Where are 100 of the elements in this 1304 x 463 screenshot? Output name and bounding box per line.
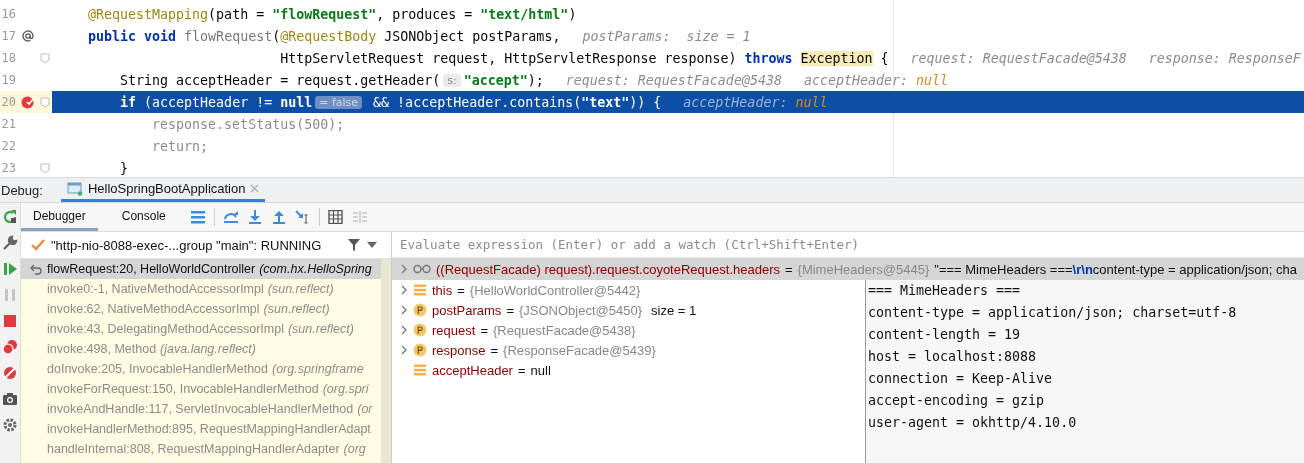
equals-sign: = <box>480 322 488 338</box>
variable-name: this <box>432 282 453 298</box>
tooltip-line: host = localhost:8088 <box>868 348 1038 366</box>
glasses-icon <box>413 264 431 274</box>
code-text: && !acceptHeader.contains( <box>372 94 582 110</box>
inline-hint-chip: = false <box>315 95 363 109</box>
code-text: } <box>119 160 129 176</box>
tooltip-line: user-agent = okhttp/4.10.0 <box>868 414 1078 432</box>
tooltip-line: connection = Keep-Alive <box>868 370 1054 388</box>
checkmark-icon <box>31 239 45 251</box>
variable-value: {HelloWorldController@5442} <box>469 282 641 298</box>
line-number: 20 <box>0 95 16 109</box>
filter-icon[interactable] <box>347 238 361 252</box>
breakpoint-icon[interactable] <box>20 95 36 109</box>
equals-sign: = <box>506 302 514 318</box>
code-text: (path = <box>208 6 266 22</box>
code-text: , produces = <box>376 6 474 22</box>
line-number: 22 <box>0 139 16 153</box>
stack-frame[interactable]: doInvoke:205, InvocableHandlerMethod (org.springframe <box>21 359 381 379</box>
variable-value: {ResponseFacade@5439} <box>503 342 656 358</box>
inlay-hint: request: RequestFacade@5438 <box>565 72 782 88</box>
code-text: response.setStatus(500); <box>151 116 345 132</box>
stop-icon[interactable] <box>2 313 18 329</box>
variable-value: null <box>530 362 551 378</box>
run-to-cursor-icon[interactable] <box>294 210 311 224</box>
inline-hint-chip: s: <box>443 73 461 87</box>
value-type: {MimeHeaders@5445} <box>797 261 930 277</box>
string-literal: "flowRequest" <box>272 6 377 22</box>
code-text: String acceptHeader = request.getHeader( <box>119 72 441 88</box>
application-icon <box>66 181 83 196</box>
code-text: ); <box>527 72 544 88</box>
panel-tab[interactable]: Debugger <box>21 203 98 231</box>
dropdown-caret-icon[interactable] <box>367 242 377 248</box>
method-name: flowRequest <box>183 28 273 44</box>
stack-frame[interactable]: handleInternal:808, RequestMappingHandlerAdapter (org <box>21 439 381 459</box>
stack-frame[interactable]: invoke0:-1, NativeMethodAccessorImpl (sun.reflect) <box>21 279 381 299</box>
code-text: return; <box>151 138 209 154</box>
variable-name: acceptHeader <box>432 362 513 378</box>
inlay-hint: request: RequestFacade@5438 <box>910 50 1127 66</box>
line-number: 21 <box>0 117 16 131</box>
stack-frame[interactable]: invokeForRequest:150, InvocableHandlerMethod (org.spri <box>21 379 381 399</box>
inlay-hint: null <box>916 72 949 88</box>
string-literal: "accept" <box>463 72 528 88</box>
stack-frame[interactable]: invokeAndHandle:117, ServletInvocableHandlerMethod (or <box>21 399 381 419</box>
code-annotation: @RequestMapping <box>87 6 209 22</box>
fold-marker-icon[interactable] <box>40 96 50 108</box>
scrollbar[interactable] <box>381 259 391 463</box>
step-out-icon[interactable] <box>270 210 287 224</box>
step-into-icon[interactable] <box>246 210 263 224</box>
code-text: (acceptHeader != <box>143 94 274 110</box>
string-value: content-type = application/json; cha <box>1092 261 1297 277</box>
tooltip-line: content-length = 19 <box>868 326 1022 344</box>
line-number: 23 <box>0 161 16 175</box>
fold-marker-icon[interactable] <box>40 52 50 64</box>
equals-sign: = <box>457 282 465 298</box>
code-annotation: @RequestBody <box>280 28 377 44</box>
line-number: 17 <box>0 29 16 43</box>
breakpoints-icon[interactable] <box>2 339 18 355</box>
inlay-hint: response: ResponseF <box>1148 50 1301 66</box>
variable-value: {JSONObject@5450} <box>518 302 642 318</box>
camera-icon[interactable] <box>2 391 18 407</box>
wrench-icon[interactable] <box>2 235 18 251</box>
panel-tab[interactable]: Console <box>109 203 178 231</box>
settings-icon[interactable] <box>2 417 18 433</box>
menu-icon[interactable] <box>189 210 206 224</box>
calculator-icon[interactable] <box>327 210 344 224</box>
line-number: 16 <box>0 7 16 21</box>
equals-sign: = <box>490 342 499 358</box>
tooltip-line: === MimeHeaders === <box>868 282 1022 300</box>
variable-name: response <box>432 342 486 358</box>
line-number: 19 <box>0 73 16 87</box>
fold-marker-icon[interactable] <box>40 162 50 174</box>
stack-frame[interactable]: invoke:62, NativeMethodAccessorImpl (sun.reflect) <box>21 299 381 319</box>
tooltip-line: content-type = application/json; charset=utf-8 <box>868 304 1238 322</box>
step-over-icon[interactable] <box>222 210 239 224</box>
equals-sign: = <box>517 362 526 378</box>
stack-frame[interactable]: invoke:43, DelegatingMethodAccessorImpl (sun.reflect) <box>21 319 381 339</box>
inlay-hint: postParams: size = 1 <box>582 28 751 44</box>
mute-breakpoints-icon[interactable] <box>2 365 18 381</box>
inlay-hint: null <box>795 94 828 110</box>
code-text: ) <box>568 6 577 22</box>
string-literal: "text/html" <box>480 6 569 22</box>
line-number: 18 <box>0 51 16 65</box>
rerun-icon[interactable] <box>2 209 18 225</box>
variable-name: postParams <box>432 302 502 318</box>
highlighted-code: Exception <box>800 50 873 66</box>
return-arrow-icon <box>29 263 43 275</box>
debug-label: Debug: <box>1 182 43 198</box>
variable-value: {RequestFacade@5438} <box>492 322 636 338</box>
equals-sign: = <box>784 261 793 277</box>
thread-name: "http-nio-8088-exec-...group "main": RUNNING <box>51 237 323 253</box>
at-sign-icon[interactable] <box>22 30 34 42</box>
stack-frame[interactable]: invoke:498, Method (java.lang.reflect) <box>21 339 381 359</box>
escape-sequence: \r\n <box>1072 261 1093 277</box>
inlay-hint: acceptHeader: <box>683 94 788 110</box>
stack-frame[interactable]: invokeHandlerMethod:895, RequestMappingHandlerAdapt <box>21 419 381 439</box>
watch-row[interactable]: ((RequestFacade) request).request.coyoteRequest.headers = {MimeHeaders@5445} "=== MimeHeaders ===\r\ncontent-type = application/json; cha <box>392 258 1304 280</box>
code-keyword: null <box>280 94 313 110</box>
stack-frame[interactable]: flowRequest:20, HelloWorldController (com.hx.HelloSpring <box>21 259 381 279</box>
resume-icon[interactable] <box>2 261 18 277</box>
